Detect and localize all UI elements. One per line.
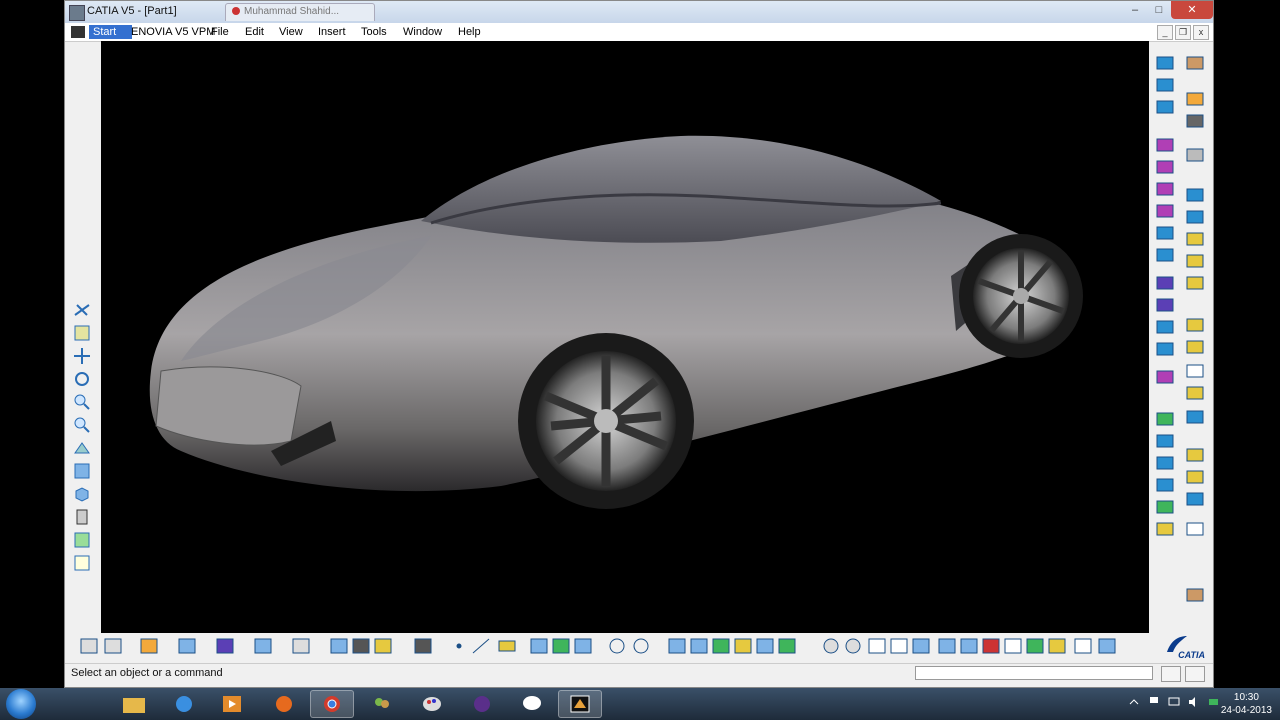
zoom-out-icon[interactable]	[73, 416, 91, 434]
catia-taskbar-icon	[570, 695, 590, 713]
monitor-icon	[1168, 697, 1180, 706]
catia-window: CATIA V5 - [Part1] Muhammad Shahid... – …	[64, 0, 1214, 688]
media-player-icon[interactable]	[210, 690, 254, 718]
car-model[interactable]	[101, 41, 1149, 633]
background-browser-tab[interactable]: Muhammad Shahid...	[225, 3, 375, 21]
play-icon	[223, 696, 241, 712]
fly-mode-icon[interactable]	[73, 301, 91, 319]
power-icon[interactable]	[1208, 696, 1220, 708]
maximize-button[interactable]: □	[1147, 1, 1171, 19]
torrent-icon[interactable]	[460, 690, 504, 718]
multi-view-icon[interactable]	[73, 462, 91, 480]
background-tab-label: Muhammad Shahid...	[244, 6, 340, 17]
normal-view-icon[interactable]	[73, 439, 91, 457]
menu-window[interactable]: Window	[403, 26, 442, 38]
document-window-controls: _ ❐ x	[1157, 25, 1209, 40]
network-icon[interactable]	[1168, 696, 1180, 708]
close-button[interactable]: ✕	[1171, 1, 1213, 19]
palette-icon	[423, 697, 441, 711]
show-hidden-icons-icon[interactable]	[1128, 696, 1140, 708]
menu-enovia[interactable]: ENOVIA V5 VPM	[131, 26, 215, 38]
system-clock[interactable]: 10:30 24-04-2013	[1221, 691, 1272, 717]
doc-close-button[interactable]: x	[1193, 25, 1209, 40]
gtalk-icon[interactable]	[510, 690, 554, 718]
minimize-button[interactable]: –	[1123, 1, 1147, 19]
shading-icon[interactable]	[73, 508, 91, 526]
fit-all-in-icon[interactable]	[73, 324, 91, 342]
firefox-icon[interactable]	[262, 690, 306, 718]
people-icon	[375, 698, 389, 708]
command-input[interactable]	[915, 666, 1153, 680]
catia-logo: CATIA	[1165, 634, 1205, 660]
menu-file[interactable]: File	[211, 26, 229, 38]
right-tool-palette	[1151, 49, 1211, 612]
swirl-icon	[474, 696, 490, 712]
volume-icon[interactable]	[1188, 696, 1200, 708]
catia-logo-text: CATIA	[1178, 650, 1205, 660]
catia-app-icon[interactable]	[69, 5, 85, 21]
clock-date: 24-04-2013	[1220, 705, 1272, 716]
menu-edit[interactable]: Edit	[245, 26, 264, 38]
swap-visible-space-icon[interactable]	[73, 554, 91, 572]
menu-view[interactable]: View	[279, 26, 303, 38]
rotate-icon[interactable]	[73, 370, 91, 388]
windows-start-button[interactable]	[6, 689, 36, 719]
paint-icon[interactable]	[410, 690, 454, 718]
menu-start[interactable]: Start	[89, 25, 133, 39]
system-tray	[1128, 696, 1220, 708]
speaker-icon	[1189, 697, 1195, 707]
freestyle-tools-icons[interactable]	[1151, 49, 1211, 609]
workbench-tools-icons[interactable]	[69, 635, 1169, 659]
folder-icon	[123, 698, 145, 713]
action-center-icon[interactable]	[1148, 696, 1160, 708]
chrome-logo-icon	[324, 696, 340, 712]
bottom-toolbar	[69, 635, 1169, 659]
menu-insert[interactable]: Insert	[318, 26, 346, 38]
contacts-icon[interactable]	[360, 690, 404, 718]
3d-viewport[interactable]	[101, 41, 1149, 633]
battery-icon	[1209, 699, 1218, 705]
command-stop-button[interactable]	[1185, 666, 1205, 682]
status-message: Select an object or a command	[71, 667, 223, 679]
catia-icon[interactable]	[558, 690, 602, 718]
internet-explorer-icon[interactable]	[162, 690, 206, 718]
pan-icon[interactable]	[73, 347, 91, 365]
power-input-button[interactable]	[1161, 666, 1181, 682]
title-bar[interactable]: CATIA V5 - [Part1] Muhammad Shahid... – …	[65, 1, 1213, 24]
clock-time: 10:30	[1233, 692, 1259, 703]
iso-view-icon[interactable]	[73, 485, 91, 503]
zoom-in-icon[interactable]	[73, 393, 91, 411]
firefox-logo-icon	[276, 696, 292, 712]
doc-restore-button[interactable]: ❐	[1175, 25, 1191, 40]
chevron-up-icon	[1129, 699, 1139, 705]
window-controls: – □ ✕	[1123, 1, 1213, 21]
left-view-toolbar	[73, 301, 97, 572]
chrome-icon[interactable]	[310, 690, 354, 718]
status-bar: Select an object or a command	[65, 663, 1213, 684]
windows-taskbar: 10:30 24-04-2013	[0, 688, 1280, 720]
windows-explorer-icon[interactable]	[112, 690, 156, 718]
hide-show-icon[interactable]	[73, 531, 91, 549]
menu-tools[interactable]: Tools	[361, 26, 387, 38]
menu-help[interactable]: Help	[458, 26, 481, 38]
doc-minimize-button[interactable]: _	[1157, 25, 1173, 40]
flag-icon	[1150, 697, 1158, 703]
catia-compass-icon[interactable]	[71, 26, 85, 38]
window-title: CATIA V5 - [Part1]	[87, 5, 177, 17]
youtube-icon	[232, 7, 240, 16]
talk-bubble-icon	[523, 696, 541, 710]
menu-bar: Start ENOVIA V5 VPM File Edit View Inser…	[65, 23, 1213, 42]
ie-icon	[176, 696, 192, 712]
